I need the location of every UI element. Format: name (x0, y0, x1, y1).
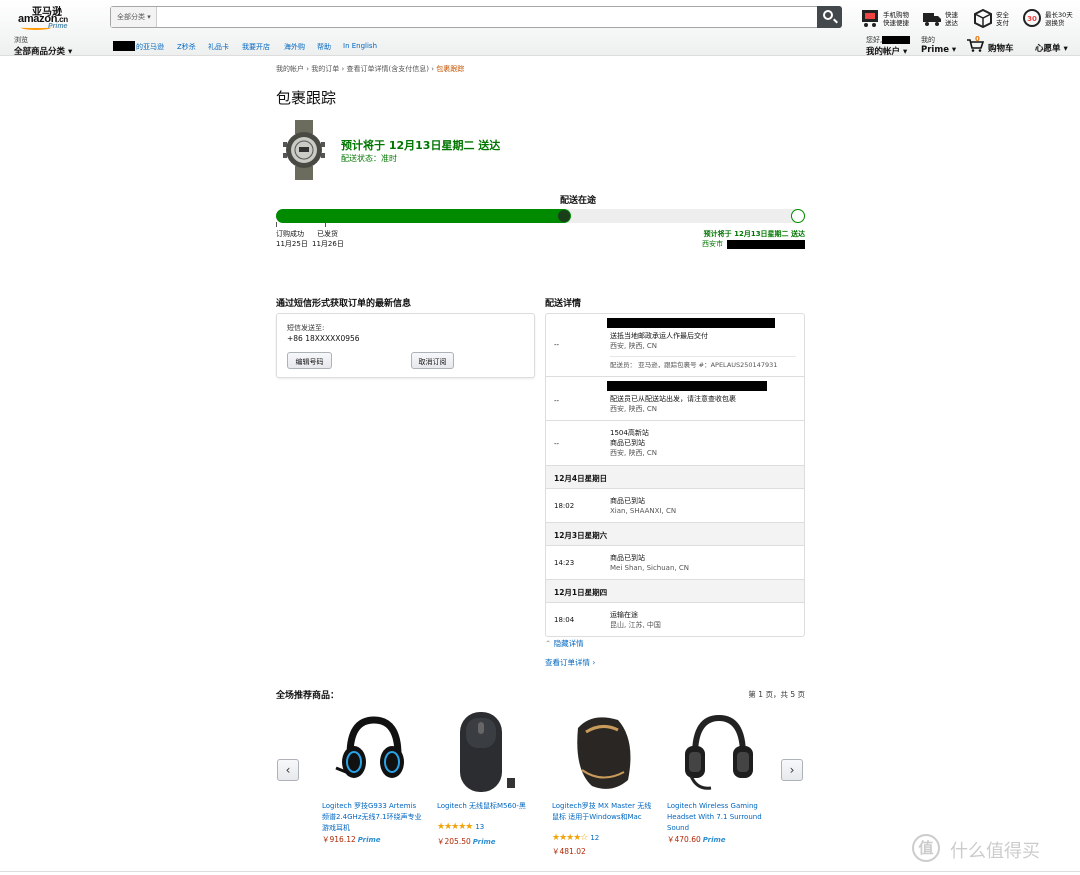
progress-end-circle (791, 209, 805, 223)
product-name[interactable]: Logitech 无线鼠标M560-黑 (437, 801, 537, 812)
product-price: ￥481.02 (552, 847, 586, 856)
amazon-logo[interactable]: 亚马逊 amazon.cn Prime (18, 3, 78, 33)
truck-icon (923, 13, 941, 26)
redacted-address (727, 239, 805, 249)
shopping-cart-icon (862, 10, 878, 27)
all-categories-menu: 全部商品分类 ▾ (14, 47, 73, 57)
breadcrumb-current: 包裹跟踪 (436, 65, 465, 73)
search-bar: 全部分类 ▾ (110, 6, 842, 28)
cancel-subscription-button[interactable]: 取消订阅 (411, 352, 454, 369)
footer-divider (0, 871, 1080, 872)
details-title: 配送详情 (545, 299, 582, 309)
delivery-eta: 预计将于 12月13日星期二 送达 (341, 139, 501, 152)
progress-fill (276, 209, 572, 223)
nav-global[interactable]: 海外购 (284, 42, 305, 52)
redacted-tracking-info (607, 318, 775, 328)
section-divider (276, 262, 803, 268)
product-rating: ★★★★★ 13 (437, 822, 485, 832)
browse-small-label: 浏览 (14, 36, 28, 44)
watermark-text: 什么值得买 (950, 841, 1040, 862)
stage-ordered: 订购成功 11月25日 (276, 230, 308, 248)
breadcrumb-my-account[interactable]: 我的帐户 (276, 65, 304, 73)
progress-label: 配送在途 (560, 196, 597, 206)
tracking-row: 18:02 商品已到站 Xian, SHAANXI, CN (546, 489, 804, 523)
carousel-prev-button[interactable]: ‹ (277, 759, 299, 781)
breadcrumb-order-details[interactable]: 查看订单详情(含支付信息) (347, 65, 429, 73)
tracking-row: 18:04 运输在途 昆山, 江苏, 中国 (554, 611, 661, 629)
product-name[interactable]: Logitech罗技 MX Master 无线鼠标 适用于Windows和Mac (552, 801, 652, 823)
page-title: 包裹跟踪 (276, 89, 337, 107)
headset-image (335, 716, 404, 778)
product-price: ￥470.60 Prime (667, 835, 726, 844)
sms-section-title: 通过短信形式获取订单的最新信息 (276, 299, 412, 309)
nav-my-amazon[interactable]: 的亚马逊 (136, 42, 164, 52)
delivery-status: 配送状态：准时 (341, 154, 397, 163)
product-price: ￥205.50 Prime (437, 837, 496, 846)
logo-prime-text: Prime (48, 23, 68, 30)
prime-menu[interactable]: 我的 Prime ▾ (921, 35, 956, 55)
cart-label: 购物车 (988, 44, 1014, 54)
product-watch-image[interactable] (282, 120, 326, 180)
mouse-image (577, 717, 631, 789)
search-icon (823, 10, 833, 20)
nav-sell[interactable]: 我要开店 (242, 42, 270, 52)
top-header: 亚马逊 amazon.cn Prime 全部分类 ▾ 手机购物 快速便捷 快速 送达… (0, 0, 1080, 57)
edit-number-button[interactable]: 编辑号码 (287, 352, 332, 369)
carousel-next-button[interactable]: › (781, 759, 803, 781)
stage-tick (276, 222, 277, 227)
sms-phone-number: +86 18XXXXX0956 (287, 334, 360, 343)
cart-count: 0 (975, 35, 980, 43)
search-button[interactable] (817, 6, 842, 28)
nav-z-deals[interactable]: Z秒杀 (177, 42, 196, 52)
nav-gift-cards[interactable]: 礼品卡 (208, 42, 229, 52)
breadcrumb-my-orders[interactable]: 我的订单 (311, 65, 339, 73)
wishlist-menu[interactable]: 心愿单 ▾ (1035, 42, 1068, 54)
redacted-account-name (882, 36, 911, 44)
svg-text:30: 30 (1027, 15, 1037, 23)
box-icon (974, 8, 992, 28)
tracking-row: 14:23 商品已到站 Mei Shan, Sichuan, CN (546, 546, 804, 580)
watermark-badge: 值 (912, 834, 940, 862)
product-price: ￥916.12 Prime (322, 835, 381, 844)
carrier-tracking-number: 配送员： 亚马逊，跟踪包裹号 #：APELAUS250147931 (610, 361, 778, 369)
mouse-image (460, 712, 515, 792)
nav-english[interactable]: In English (343, 42, 377, 50)
product-name[interactable]: Logitech Wireless Gaming Headset With 7.… (667, 801, 767, 834)
tracking-row: -- 送抵当地邮政承运人作最后交付 西安, 陕西, CN 配送员： 亚马逊，跟踪… (546, 314, 804, 377)
carousel-page-info: 第 1 页，共 5 页 (748, 690, 805, 699)
stage-shipped: 已发货 11月26日 (312, 230, 344, 248)
search-category-dropdown[interactable]: 全部分类 ▾ (111, 7, 157, 27)
headset-image (685, 714, 753, 790)
progress-current-dot (558, 210, 571, 222)
stage-tick (325, 222, 326, 227)
sms-send-to-label: 短信发送至: (287, 324, 325, 332)
return-30-icon: 30 (1023, 9, 1041, 27)
tracking-row: -- 配送员已从配送站出发，请注意查收包裹 西安, 陕西, CN (546, 377, 804, 421)
stage-expected-delivery: 预计将于 12月13日星期二 送达 西安市 (702, 230, 805, 249)
product-rating: ★★★★☆ 12 (552, 833, 600, 843)
date-group-header: 12月3日星期六 (546, 523, 804, 546)
account-menu[interactable]: 您好, 我的帐户 ▾ (866, 35, 911, 57)
breadcrumb: 我的帐户 › 我的订单 › 查看订单详情(含支付信息) › 包裹跟踪 (276, 65, 465, 73)
shipment-details-table: -- 送抵当地邮政承运人作最后交付 西安, 陕西, CN 配送员： 亚马逊，跟踪… (545, 313, 805, 637)
logo-smile (21, 25, 51, 30)
nav-help[interactable]: 帮助 (317, 42, 331, 52)
tracking-row: -- 1504高新站 商品已到站 西安, 陕西, CN (546, 421, 804, 466)
recommendations-title: 全场推荐商品： (276, 691, 340, 701)
sms-box: 短信发送至: +86 18XXXXX0956 编辑号码 取消订阅 (276, 313, 535, 378)
view-order-details-link[interactable]: 查看订单详情 › (545, 657, 595, 668)
hide-details-link[interactable]: ⌃ 隐藏详情 (545, 638, 584, 649)
progress-track (276, 209, 803, 223)
date-group-header: 12月4日星期日 (546, 466, 804, 489)
date-group-header: 12月1日星期四 (546, 580, 804, 603)
product-name[interactable]: Logitech 罗技G933 Artemis频谱2.4GHz无线7.1环绕声专… (322, 801, 422, 834)
browse-categories[interactable]: 浏览 全部商品分类 ▾ (14, 35, 72, 57)
site-watermark: 值 什么值得买 (912, 834, 1072, 864)
redacted-tracking-info (607, 381, 767, 391)
redacted-username (113, 41, 135, 51)
